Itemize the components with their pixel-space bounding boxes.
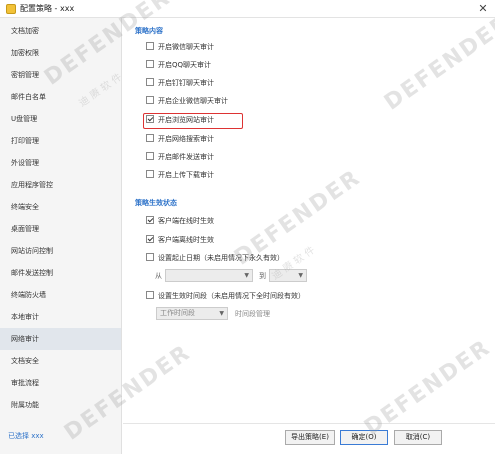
cancel-button[interactable]: 取消(C) [394,430,442,445]
title-bar: 配置策略 - xxx ✕ [0,0,495,18]
ok-button[interactable]: 确定(O) [340,430,388,445]
checkbox-label: 客户端在线时生效 [158,217,214,225]
sidebar-item-terminal-security[interactable]: 终端安全 [0,196,121,218]
checkbox-box[interactable] [146,291,154,299]
checkbox-label: 设置生效时间段（未启用情况下全时间段有效） [158,292,305,300]
checkbox-label: 开启企业微信聊天审计 [158,97,228,105]
wecom-audit-checkbox[interactable]: 开启企业微信聊天审计 [146,95,228,107]
button-divider [123,423,495,424]
highlight-box [143,113,243,129]
sidebar-item-terminal-firewall[interactable]: 终端防火墙 [0,284,121,306]
wechat-audit-checkbox[interactable]: 开启微信聊天审计 [146,41,214,53]
checkbox-label: 开启QQ聊天审计 [158,61,212,69]
selected-footer[interactable]: 已选择 xxx [8,431,44,441]
sidebar-item-peripheral-management[interactable]: 外设管理 [0,152,121,174]
sidebar-item-desktop-management[interactable]: 桌面管理 [0,218,121,240]
qq-audit-checkbox[interactable]: 开启QQ聊天审计 [146,59,211,71]
checkbox-box[interactable] [146,235,154,243]
checkbox-label: 开启钉钉聊天审计 [158,79,214,87]
sidebar-item-mail-send-control[interactable]: 邮件发送控制 [0,262,121,284]
checkbox-box[interactable] [146,152,154,160]
sidebar-item-network-audit[interactable]: 网络审计 [0,328,121,350]
sidebar-item-print-management[interactable]: 打印管理 [0,130,121,152]
chevron-down-icon: ▼ [298,272,303,279]
dingtalk-audit-checkbox[interactable]: 开启钉钉聊天审计 [146,77,214,89]
sidebar: 文档加密 加密权限 密钥管理 邮件白名单 U盘管理 打印管理 外设管理 应用程序… [0,18,122,454]
upload-download-audit-checkbox[interactable]: 开启上传下载审计 [146,169,214,181]
date-from-label: 从 [155,272,162,280]
sidebar-item-key-management[interactable]: 密钥管理 [0,64,121,86]
mail-send-audit-checkbox[interactable]: 开启邮件发送审计 [146,151,214,163]
policy-status-title: 策略生效状态 [135,199,177,207]
chevron-down-icon: ▼ [219,310,224,317]
sidebar-item-document-security[interactable]: 文档安全 [0,350,121,372]
time-period-value: 工作时间段 [160,309,195,317]
online-effective-checkbox[interactable]: 客户端在线时生效 [146,215,214,227]
app-icon [6,4,16,14]
checkbox-label: 设置起止日期（未启用情况下永久有效） [158,254,284,262]
sidebar-item-mail-whitelist[interactable]: 邮件白名单 [0,86,121,108]
policy-content-title: 策略内容 [135,27,163,35]
checkbox-label: 开启上传下载审计 [158,171,214,179]
time-period-select[interactable]: 工作时间段 ▼ [156,307,228,320]
checkbox-label: 客户端离线时生效 [158,236,214,244]
close-button[interactable]: ✕ [475,1,491,17]
sidebar-item-auxiliary[interactable]: 附属功能 [0,394,121,416]
date-to-select[interactable]: ▼ [269,269,307,282]
sidebar-item-usb-management[interactable]: U盘管理 [0,108,121,130]
checkbox-box[interactable] [146,60,154,68]
checkbox-box[interactable] [146,170,154,178]
time-period-manage-link[interactable]: 时间段管理 [235,309,270,319]
date-to-label: 到 [259,272,266,280]
sidebar-item-encrypt-permission[interactable]: 加密权限 [0,42,121,64]
sidebar-item-website-access[interactable]: 网站访问控制 [0,240,121,262]
checkbox-box[interactable] [146,216,154,224]
search-audit-checkbox[interactable]: 开启网络搜索审计 [146,133,214,145]
checkbox-box[interactable] [146,42,154,50]
content-panel: 策略内容 开启微信聊天审计 开启QQ聊天审计 开启钉钉聊天审计 开启企业微信聊天… [123,18,495,454]
sidebar-item-doc-encrypt[interactable]: 文档加密 [0,20,121,42]
date-from-select[interactable]: ▼ [165,269,253,282]
sidebar-item-local-audit[interactable]: 本地审计 [0,306,121,328]
sidebar-item-app-control[interactable]: 应用程序管控 [0,174,121,196]
checkbox-label: 开启邮件发送审计 [158,153,214,161]
checkbox-label: 开启微信聊天审计 [158,43,214,51]
offline-effective-checkbox[interactable]: 客户端离线时生效 [146,234,214,246]
checkbox-box[interactable] [146,78,154,86]
sidebar-item-approval-flow[interactable]: 审批流程 [0,372,121,394]
time-period-checkbox[interactable]: 设置生效时间段（未启用情况下全时间段有效） [146,290,305,302]
checkbox-label: 开启网络搜索审计 [158,135,214,143]
checkbox-box[interactable] [146,253,154,261]
date-range-checkbox[interactable]: 设置起止日期（未启用情况下永久有效） [146,252,284,264]
chevron-down-icon: ▼ [244,272,249,279]
export-policy-button[interactable]: 导出策略(E) [285,430,335,445]
checkbox-box[interactable] [146,96,154,104]
checkbox-box[interactable] [146,134,154,142]
window-title: 配置策略 - xxx [20,4,75,13]
